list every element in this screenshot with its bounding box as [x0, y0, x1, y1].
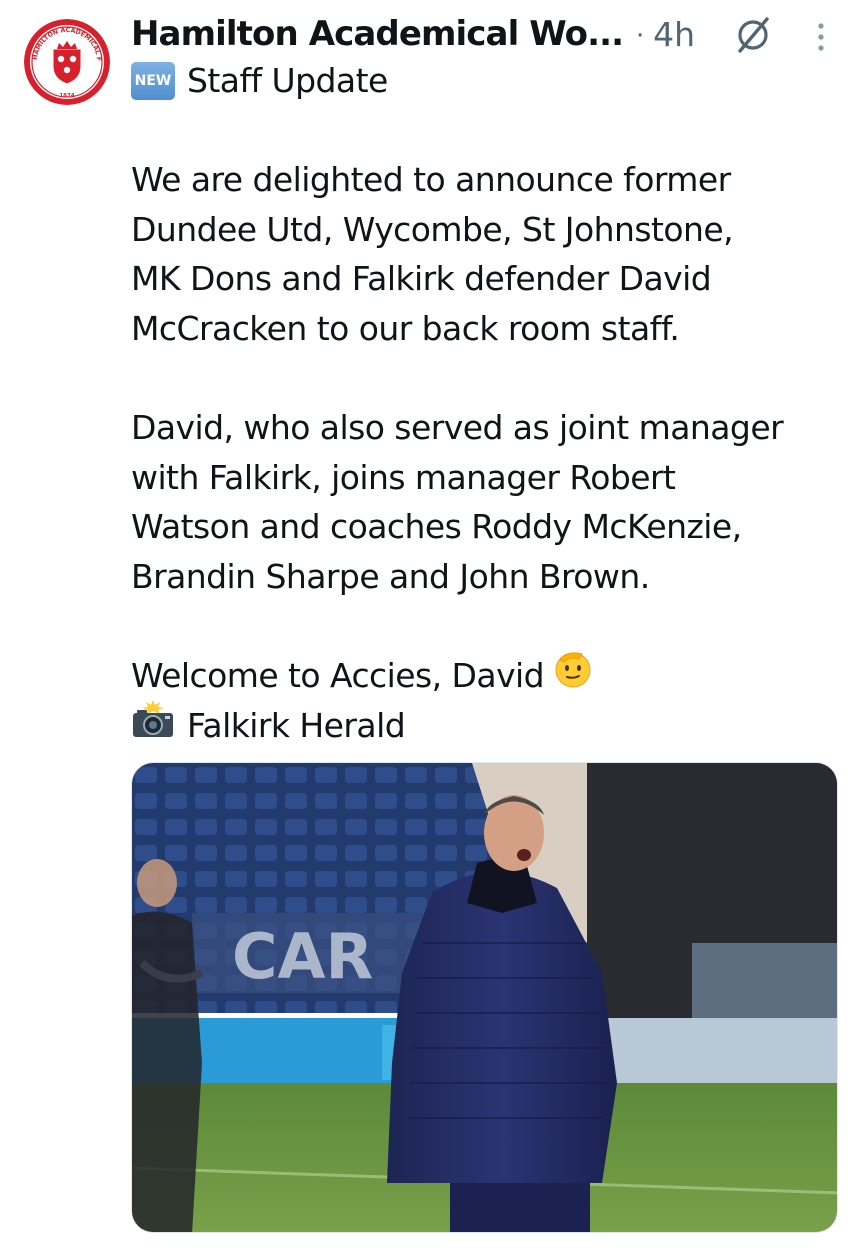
- body-line: MK Dons and Falkirk defender David: [131, 259, 712, 299]
- photo-credit: Falkirk Herald: [187, 705, 406, 745]
- body-line: Dundee Utd, Wycombe, St Johnstone,: [131, 209, 734, 249]
- body-line: David, who also served as joint manager: [131, 408, 784, 448]
- body-line-title: NEW Staff Update: [131, 56, 846, 106]
- post-body: NEW Staff Update We are delighted to ann…: [131, 56, 846, 750]
- body-line-blank: [131, 354, 846, 404]
- body-line-welcome: Welcome to Accies, David: [131, 651, 846, 701]
- author-avatar[interactable]: HAMILTON ACADEMICAL FOOTBALL CLUB 1874: [24, 19, 110, 105]
- more-options-icon[interactable]: [808, 20, 834, 56]
- new-badge-emoji: NEW: [131, 61, 175, 100]
- post-title: Staff Update: [187, 61, 388, 100]
- body-line-blank: [131, 106, 846, 156]
- saluting-face-emoji: [552, 648, 594, 704]
- post[interactable]: HAMILTON ACADEMICAL FOOTBALL CLUB 1874 H…: [0, 0, 859, 1249]
- camera-with-flash-emoji: [131, 699, 175, 753]
- grok-icon[interactable]: [734, 15, 772, 55]
- post-timestamp[interactable]: 4h: [653, 15, 695, 54]
- svg-text:1874: 1874: [59, 93, 74, 99]
- separator-dot: ·: [635, 17, 646, 50]
- body-line: Watson and coaches Roddy McKenzie,: [131, 507, 742, 547]
- author-name[interactable]: Hamilton Academical Wo...: [131, 14, 624, 54]
- svg-text:CAR: CAR: [232, 920, 373, 993]
- body-line-credit: Falkirk Herald: [131, 699, 846, 753]
- welcome-text: Welcome to Accies, David: [131, 656, 545, 696]
- post-media-image[interactable]: CAR: [131, 762, 838, 1233]
- body-line: We are delighted to announce former: [131, 160, 731, 200]
- body-line-blank: [131, 602, 846, 652]
- body-line: with Falkirk, joins manager Robert: [131, 457, 676, 497]
- body-line: Brandin Sharpe and John Brown.: [131, 556, 650, 596]
- body-line: McCracken to our back room staff.: [131, 308, 680, 348]
